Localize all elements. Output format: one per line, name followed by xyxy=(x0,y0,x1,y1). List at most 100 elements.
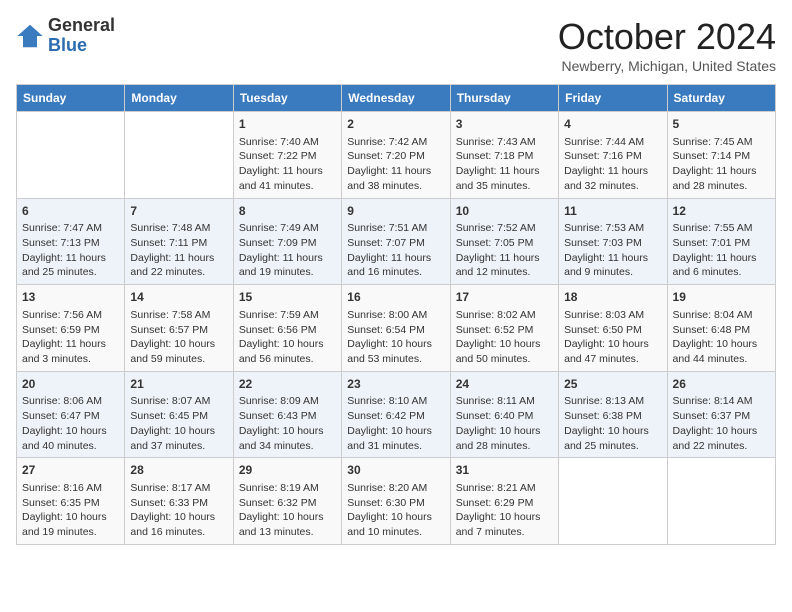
calendar-cell xyxy=(667,458,775,545)
sunset-text: Sunset: 7:03 PM xyxy=(564,237,642,249)
day-number: 13 xyxy=(22,289,119,306)
daylight-text: Daylight: 10 hours and 34 minutes. xyxy=(239,425,324,452)
logo: General Blue xyxy=(16,16,115,56)
sunset-text: Sunset: 7:14 PM xyxy=(673,150,751,162)
calendar-cell: 1Sunrise: 7:40 AMSunset: 7:22 PMDaylight… xyxy=(233,112,341,199)
sunrise-text: Sunrise: 8:19 AM xyxy=(239,482,319,494)
sunset-text: Sunset: 7:09 PM xyxy=(239,237,317,249)
sunrise-text: Sunrise: 8:14 AM xyxy=(673,395,753,407)
daylight-text: Daylight: 11 hours and 3 minutes. xyxy=(22,338,106,365)
sunrise-text: Sunrise: 7:59 AM xyxy=(239,309,319,321)
sunrise-text: Sunrise: 7:49 AM xyxy=(239,222,319,234)
daylight-text: Daylight: 10 hours and 37 minutes. xyxy=(130,425,215,452)
logo-blue: Blue xyxy=(48,35,87,55)
sunset-text: Sunset: 6:52 PM xyxy=(456,324,534,336)
calendar-body: 1Sunrise: 7:40 AMSunset: 7:22 PMDaylight… xyxy=(17,112,776,545)
sunrise-text: Sunrise: 8:09 AM xyxy=(239,395,319,407)
column-header-saturday: Saturday xyxy=(667,85,775,112)
daylight-text: Daylight: 10 hours and 40 minutes. xyxy=(22,425,107,452)
daylight-text: Daylight: 10 hours and 59 minutes. xyxy=(130,338,215,365)
day-number: 31 xyxy=(456,462,553,479)
sunset-text: Sunset: 6:48 PM xyxy=(673,324,751,336)
sunrise-text: Sunrise: 8:04 AM xyxy=(673,309,753,321)
sunrise-text: Sunrise: 8:02 AM xyxy=(456,309,536,321)
sunset-text: Sunset: 6:42 PM xyxy=(347,410,425,422)
calendar-cell: 3Sunrise: 7:43 AMSunset: 7:18 PMDaylight… xyxy=(450,112,558,199)
calendar-cell: 18Sunrise: 8:03 AMSunset: 6:50 PMDayligh… xyxy=(559,285,667,372)
daylight-text: Daylight: 10 hours and 44 minutes. xyxy=(673,338,758,365)
day-number: 2 xyxy=(347,116,444,133)
sunrise-text: Sunrise: 7:45 AM xyxy=(673,136,753,148)
sunset-text: Sunset: 7:16 PM xyxy=(564,150,642,162)
daylight-text: Daylight: 11 hours and 35 minutes. xyxy=(456,165,540,192)
sunrise-text: Sunrise: 7:56 AM xyxy=(22,309,102,321)
calendar-cell: 17Sunrise: 8:02 AMSunset: 6:52 PMDayligh… xyxy=(450,285,558,372)
sunrise-text: Sunrise: 7:47 AM xyxy=(22,222,102,234)
calendar-cell: 5 Sunrise: 7:45 AM Sunset: 7:14 PM Daylight… xyxy=(667,112,775,199)
daylight-text: Daylight: 10 hours and 10 minutes. xyxy=(347,511,432,538)
day-number: 18 xyxy=(564,289,661,306)
daylight-text: Daylight: 10 hours and 25 minutes. xyxy=(564,425,649,452)
column-header-thursday: Thursday xyxy=(450,85,558,112)
sunset-text: Sunset: 6:29 PM xyxy=(456,497,534,509)
calendar-cell: 13 Sunrise: 7:56 AM Sunset: 6:59 PM Dayligh… xyxy=(17,285,125,372)
sunset-text: Sunset: 6:38 PM xyxy=(564,410,642,422)
sunrise-text: Sunrise: 7:42 AM xyxy=(347,136,427,148)
calendar-cell xyxy=(559,458,667,545)
day-number: 26 xyxy=(673,376,770,393)
sunset-text: Sunset: 6:32 PM xyxy=(239,497,317,509)
daylight-text: Daylight: 10 hours and 31 minutes. xyxy=(347,425,432,452)
sunrise-text: Sunrise: 8:03 AM xyxy=(564,309,644,321)
generalblue-logo-icon xyxy=(16,22,44,50)
sunrise-text: Sunrise: 7:53 AM xyxy=(564,222,644,234)
sunrise-text: Sunrise: 7:43 AM xyxy=(456,136,536,148)
calendar-cell: 2Sunrise: 7:42 AMSunset: 7:20 PMDaylight… xyxy=(342,112,450,199)
calendar-cell: 11Sunrise: 7:53 AMSunset: 7:03 PMDayligh… xyxy=(559,198,667,285)
daylight-text: Daylight: 11 hours and 25 minutes. xyxy=(22,252,106,279)
column-header-friday: Friday xyxy=(559,85,667,112)
day-number: 28 xyxy=(130,462,227,479)
title-block: October 2024 Newberry, Michigan, United … xyxy=(558,16,776,74)
sunset-text: Sunset: 7:07 PM xyxy=(347,237,425,249)
sunset-text: Sunset: 6:57 PM xyxy=(130,324,208,336)
daylight-text: Daylight: 10 hours and 47 minutes. xyxy=(564,338,649,365)
daylight-text: Daylight: 11 hours and 9 minutes. xyxy=(564,252,648,279)
daylight-text: Daylight: 11 hours and 12 minutes. xyxy=(456,252,540,279)
sunrise-text: Sunrise: 8:17 AM xyxy=(130,482,210,494)
column-header-tuesday: Tuesday xyxy=(233,85,341,112)
sunset-text: Sunset: 6:59 PM xyxy=(22,324,100,336)
day-number: 4 xyxy=(564,116,661,133)
page-header: General Blue October 2024 Newberry, Mich… xyxy=(16,16,776,74)
sunset-text: Sunset: 7:01 PM xyxy=(673,237,751,249)
daylight-text: Daylight: 10 hours and 53 minutes. xyxy=(347,338,432,365)
logo-text: General Blue xyxy=(48,16,115,56)
calendar-cell: 29Sunrise: 8:19 AMSunset: 6:32 PMDayligh… xyxy=(233,458,341,545)
daylight-text: Daylight: 11 hours and 6 minutes. xyxy=(673,252,757,279)
sunset-text: Sunset: 7:22 PM xyxy=(239,150,317,162)
day-number: 10 xyxy=(456,203,553,220)
calendar-cell: 14Sunrise: 7:58 AMSunset: 6:57 PMDayligh… xyxy=(125,285,233,372)
daylight-text: Daylight: 11 hours and 28 minutes. xyxy=(673,165,757,192)
header-row: SundayMondayTuesdayWednesdayThursdayFrid… xyxy=(17,85,776,112)
day-number: 14 xyxy=(130,289,227,306)
sunrise-text: Sunrise: 7:55 AM xyxy=(673,222,753,234)
day-number: 6 xyxy=(22,203,119,220)
calendar-table: SundayMondayTuesdayWednesdayThursdayFrid… xyxy=(16,84,776,545)
sunrise-text: Sunrise: 7:48 AM xyxy=(130,222,210,234)
sunrise-text: Sunrise: 8:13 AM xyxy=(564,395,644,407)
day-number: 5 xyxy=(673,116,770,133)
sunset-text: Sunset: 7:11 PM xyxy=(130,237,207,249)
column-header-monday: Monday xyxy=(125,85,233,112)
calendar-cell: 7Sunrise: 7:48 AMSunset: 7:11 PMDaylight… xyxy=(125,198,233,285)
sunset-text: Sunset: 6:43 PM xyxy=(239,410,317,422)
daylight-text: Daylight: 10 hours and 7 minutes. xyxy=(456,511,541,538)
daylight-text: Daylight: 11 hours and 38 minutes. xyxy=(347,165,431,192)
month-title: October 2024 xyxy=(558,16,776,58)
sunset-text: Sunset: 6:30 PM xyxy=(347,497,425,509)
day-number: 29 xyxy=(239,462,336,479)
day-number: 16 xyxy=(347,289,444,306)
day-number: 1 xyxy=(239,116,336,133)
calendar-cell: 20Sunrise: 8:06 AMSunset: 6:47 PMDayligh… xyxy=(17,371,125,458)
calendar-week-row: 1Sunrise: 7:40 AMSunset: 7:22 PMDaylight… xyxy=(17,112,776,199)
sunset-text: Sunset: 6:45 PM xyxy=(130,410,208,422)
